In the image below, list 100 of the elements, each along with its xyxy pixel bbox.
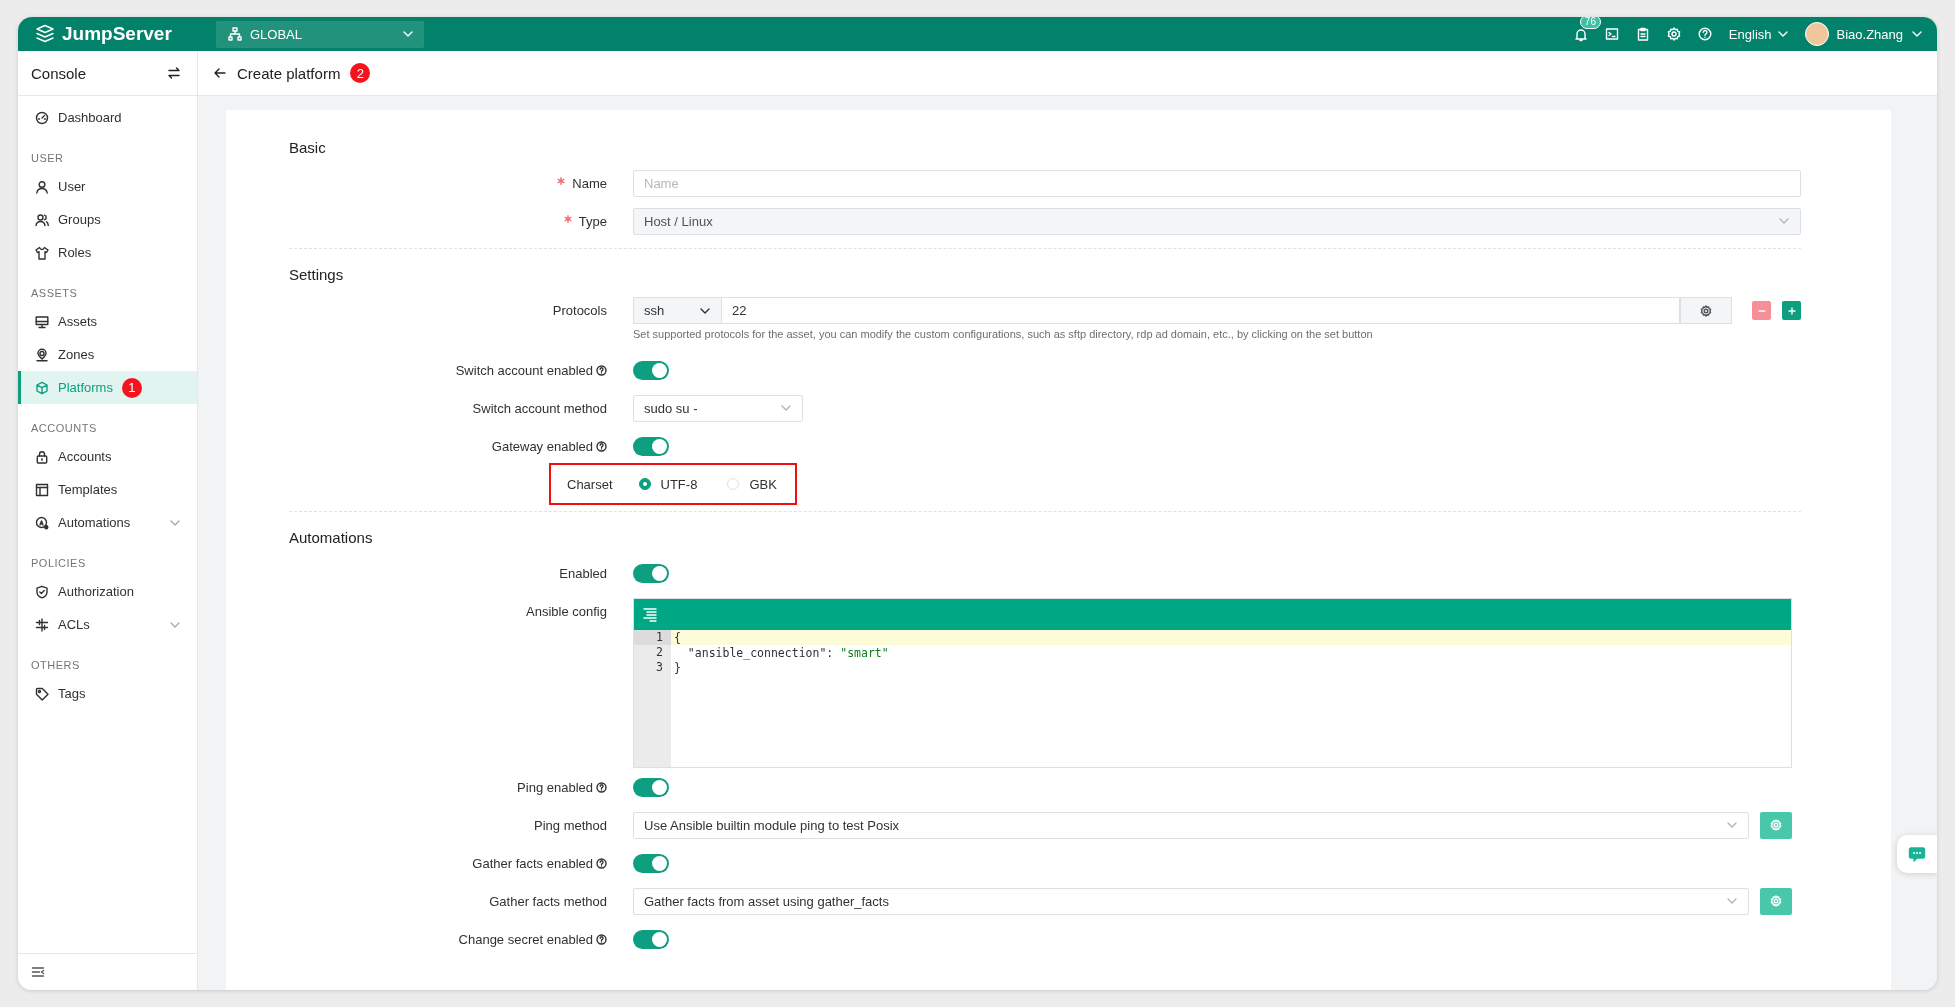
avatar[interactable] <box>1804 22 1829 46</box>
option-label: GBK <box>749 476 777 492</box>
help-icon[interactable] <box>596 857 607 869</box>
toggle-switch[interactable] <box>633 563 669 583</box>
sidebar-item[interactable]: Templates <box>18 473 197 506</box>
count-badge: 1 <box>121 377 142 398</box>
shield-icon <box>35 584 49 599</box>
help-icon[interactable] <box>596 933 607 945</box>
option-label: UTF-8 <box>660 476 698 492</box>
shirt-icon <box>35 245 49 260</box>
section-title: Settings <box>289 264 345 285</box>
sidebar-item[interactable]: Tags <box>18 677 197 710</box>
toggle-switch[interactable] <box>633 853 669 873</box>
plus-icon <box>1786 305 1797 316</box>
field-label: Switch account enabled <box>455 362 593 378</box>
sidebar-item[interactable]: Roles <box>18 236 197 269</box>
field-label: Ping method <box>534 817 607 833</box>
section-title: Automations <box>289 527 374 548</box>
select-field[interactable]: Use Ansible builtin module ping to test Posix <box>633 811 1749 839</box>
tag-icon <box>35 686 49 701</box>
location-pin-icon <box>35 347 49 362</box>
field-label: Charset <box>567 476 613 492</box>
help-icon[interactable] <box>596 781 607 793</box>
users-icon <box>35 212 49 227</box>
section-heading: POLICIES <box>30 556 87 571</box>
code-line: "ansible_connection": "smart" <box>686 645 889 660</box>
brand-name: JumpServer <box>62 23 172 45</box>
hint-text: Set supported protocols for the asset, you can modify the custom configurations, such as sftp directory, rdp ad domain, etc., by clicking on the set button <box>633 328 1374 340</box>
toggle-switch[interactable] <box>633 360 669 380</box>
bell-icon[interactable] <box>1573 26 1588 42</box>
select-field[interactable]: Gather facts from asset using gather_facts <box>633 887 1749 915</box>
toggle-switch[interactable] <box>633 436 669 456</box>
back-arrow-icon[interactable] <box>213 66 227 80</box>
lock-icon <box>35 449 49 464</box>
logo-icon <box>34 24 56 44</box>
collapse-menu-icon[interactable] <box>31 965 45 979</box>
sidebar-item[interactable]: ACLs <box>18 608 197 641</box>
section-heading: ASSETS <box>30 286 79 301</box>
settings-icon[interactable] <box>1666 27 1681 41</box>
field-label: Enabled <box>559 565 607 581</box>
hierarchy-icon <box>228 27 242 41</box>
protocol-select[interactable]: ssh <box>633 297 721 324</box>
monitor-icon <box>35 314 49 329</box>
page-title: Create platform <box>237 64 341 82</box>
help-icon[interactable] <box>596 364 607 376</box>
cube-icon <box>35 380 49 395</box>
help-icon[interactable] <box>596 440 607 452</box>
toggle-switch[interactable] <box>633 929 669 949</box>
gauge-icon <box>35 110 49 125</box>
automation-gear-icon <box>35 515 49 530</box>
sidebar-item[interactable]: Automations <box>18 506 197 539</box>
add-button[interactable] <box>1782 301 1801 320</box>
settings-icon <box>1770 819 1782 831</box>
text-input[interactable]: Name <box>633 169 1801 197</box>
format-icon[interactable] <box>642 606 658 623</box>
clipboard-icon[interactable] <box>1635 27 1650 41</box>
sidebar-item[interactable]: Zones <box>18 338 197 371</box>
field-label: Ping enabled <box>517 779 593 795</box>
field-label: Gather facts method <box>489 893 607 909</box>
user-icon <box>35 179 49 194</box>
filter-sliders-icon <box>35 617 49 632</box>
step-badge: 2 <box>350 63 371 83</box>
chat-icon <box>1908 845 1926 863</box>
line-number: 1 <box>634 630 671 645</box>
field-label: Ansible config <box>526 603 607 619</box>
section-heading: USER <box>30 151 65 166</box>
settings-button[interactable] <box>1680 297 1732 324</box>
layout-icon <box>35 482 49 497</box>
code-line: { <box>674 630 681 645</box>
user-menu[interactable]: Biao.Zhang <box>1836 26 1923 42</box>
section-title: Basic <box>289 137 327 158</box>
field-label: Protocols <box>552 302 607 318</box>
code-line: } <box>674 660 681 675</box>
section-heading: ACCOUNTS <box>30 421 98 436</box>
swap-icon[interactable] <box>167 66 181 80</box>
sidebar-item[interactable]: Dashboard <box>18 101 197 134</box>
code-editor[interactable]: 1 { 2 "ansible_connection": "smart" 3 } <box>633 598 1792 768</box>
console-title: Console <box>31 64 87 82</box>
sidebar-item[interactable]: Accounts <box>18 440 197 473</box>
notification-badge: 76 <box>1579 17 1601 29</box>
port-input[interactable]: 22 <box>721 297 1680 324</box>
radio-button[interactable] <box>638 478 651 490</box>
toggle-switch[interactable] <box>633 777 669 797</box>
field-label: Type <box>578 213 607 229</box>
terminal-icon[interactable] <box>1604 27 1619 41</box>
chat-button[interactable] <box>1897 835 1937 873</box>
sidebar-item[interactable]: User <box>18 170 197 203</box>
field-label: Name <box>572 175 607 191</box>
sidebar-item[interactable]: Assets <box>18 305 197 338</box>
field-label: Switch account method <box>472 400 607 416</box>
sidebar-item[interactable]: Platforms 1 <box>18 371 197 404</box>
sidebar-item[interactable]: Groups <box>18 203 197 236</box>
organization-select[interactable]: GLOBAL <box>216 20 424 48</box>
field-label: Gateway enabled <box>491 438 593 454</box>
settings-icon <box>1700 304 1712 317</box>
field-label: Change secret enabled <box>458 931 593 947</box>
section-heading: OTHERS <box>30 658 81 673</box>
language-select[interactable]: English <box>1728 26 1789 42</box>
select-field[interactable]: sudo su - <box>633 394 803 422</box>
sidebar-item[interactable]: Authorization <box>18 575 197 608</box>
